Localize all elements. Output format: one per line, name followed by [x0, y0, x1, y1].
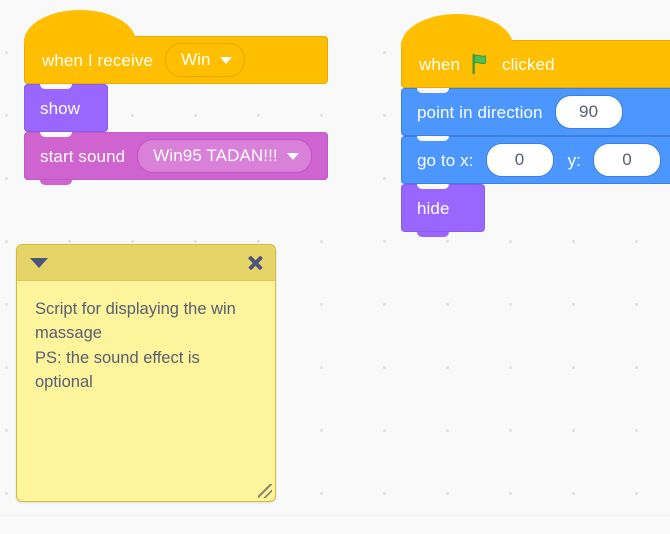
when-label: when [419, 54, 461, 74]
hide-label: hide [417, 198, 450, 218]
workspace-bottom-bar [0, 515, 670, 534]
block-when-i-receive[interactable]: when I receive Win [24, 10, 328, 89]
go-to-y-label: y: [567, 150, 581, 170]
chevron-down-icon [286, 152, 299, 160]
start-sound-label: start sound [40, 146, 126, 166]
block-when-flag-clicked[interactable]: when clicked [401, 14, 670, 93]
resize-handle-icon[interactable] [258, 484, 272, 498]
hat-dome [24, 10, 136, 44]
sound-dropdown[interactable]: Win95 TADAN!!! [137, 139, 312, 173]
comment-text[interactable]: Script for displaying the win massage PS… [17, 281, 275, 405]
scratch-workspace[interactable]: when I receive Win show start sound Win9… [0, 0, 670, 515]
message-dropdown[interactable]: Win [165, 43, 245, 77]
when-i-receive-label: when I receive [42, 50, 154, 70]
show-label: show [40, 98, 81, 118]
script-green-flag[interactable]: when clicked point in direction 90 go to… [401, 14, 670, 237]
block-show[interactable]: show [24, 84, 108, 137]
workspace-comment[interactable]: Script for displaying the win massage PS… [16, 244, 276, 502]
direction-input[interactable]: 90 [554, 95, 623, 129]
y-input[interactable]: 0 [593, 143, 661, 177]
close-icon[interactable] [247, 255, 263, 271]
block-point-in-direction[interactable]: point in direction 90 [401, 88, 670, 141]
chevron-down-icon [219, 56, 232, 64]
script-win-message[interactable]: when I receive Win show start sound Win9… [24, 10, 328, 185]
message-dropdown-value: Win [181, 50, 211, 69]
sound-dropdown-value: Win95 TADAN!!! [153, 146, 278, 165]
triangle-down-icon[interactable] [30, 257, 48, 268]
block-hide[interactable]: hide [401, 184, 485, 237]
block-go-to-xy[interactable]: go to x: 0 y: 0 [401, 136, 670, 189]
clicked-label: clicked [502, 54, 555, 74]
green-flag-icon [470, 53, 492, 75]
x-input[interactable]: 0 [485, 143, 554, 177]
comment-header[interactable] [17, 245, 275, 281]
hat-dome [401, 14, 513, 48]
block-start-sound[interactable]: start sound Win95 TADAN!!! [24, 132, 328, 185]
go-to-x-label: go to x: [417, 150, 474, 170]
point-in-direction-label: point in direction [417, 102, 543, 122]
